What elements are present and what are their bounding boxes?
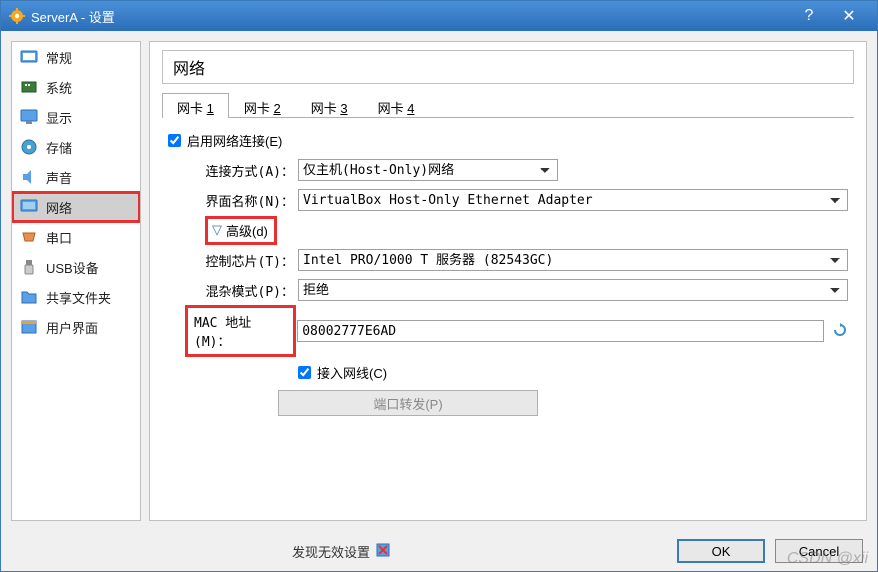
cable-row: 接入网线(C) (168, 360, 848, 384)
status-message: 发现无效设置 (15, 542, 667, 561)
audio-icon (20, 168, 38, 186)
window-title: ServerA - 设置 (31, 7, 789, 26)
cable-connected-checkbox[interactable] (298, 366, 311, 379)
app-gear-icon (9, 8, 25, 24)
sidebar-item-label: 共享文件夹 (46, 288, 111, 307)
promisc-label: 混杂模式(P)： (188, 281, 298, 300)
adapter-form: 启用网络连接(E) 连接方式(A)： 仅主机(Host-Only)网络 界面名称… (162, 118, 854, 422)
mac-label: MAC 地址(M)： (194, 312, 287, 350)
panel-title: 网络 (162, 50, 854, 84)
ui-icon (20, 318, 38, 336)
sidebar-item-ui[interactable]: 用户界面 (12, 312, 140, 342)
settings-window: ServerA - 设置 ? ✕ 常规 系统 显示 存储 声音 (0, 0, 878, 572)
port-forwarding-button[interactable]: 端口转发(P) (278, 390, 538, 416)
attach-row: 连接方式(A)： 仅主机(Host-Only)网络 (168, 158, 848, 182)
iface-row: 界面名称(N)： VirtualBox Host-Only Ethernet A… (168, 188, 848, 212)
advanced-label: 高级(d) (226, 221, 268, 240)
system-icon (20, 78, 38, 96)
advanced-toggle[interactable]: ▽ 高级(d) (208, 219, 274, 242)
sidebar-item-shared[interactable]: 共享文件夹 (12, 282, 140, 312)
help-button[interactable]: ? (789, 1, 829, 31)
titlebar: ServerA - 设置 ? ✕ (1, 1, 877, 31)
tab-adapter-4[interactable]: 网卡 4 (363, 93, 430, 118)
sidebar-item-label: 声音 (46, 168, 72, 187)
enable-network-label: 启用网络连接(E) (187, 131, 282, 150)
mac-address-input[interactable] (297, 320, 824, 342)
mac-row: MAC 地址(M)： (168, 308, 848, 354)
enable-network-checkbox[interactable] (168, 134, 181, 147)
sidebar-item-label: 存储 (46, 138, 72, 157)
cable-label: 接入网线(C) (317, 363, 387, 382)
storage-icon (20, 138, 38, 156)
sidebar-item-label: 系统 (46, 78, 72, 97)
sidebar-item-label: 显示 (46, 108, 72, 127)
content-panel: 网络 网卡 1 网卡 2 网卡 3 网卡 4 启用网络连接(E) 连接方式(A)… (149, 41, 867, 521)
footer: 发现无效设置 OK Cancel CSDN @xii (1, 531, 877, 571)
sidebar-item-label: 串口 (46, 228, 72, 247)
general-icon (20, 48, 38, 66)
iface-name-select[interactable]: VirtualBox Host-Only Ethernet Adapter (298, 189, 848, 211)
body: 常规 系统 显示 存储 声音 网络 (1, 31, 877, 531)
ok-button[interactable]: OK (677, 539, 765, 563)
advanced-row: ▽ 高级(d) (168, 218, 848, 242)
cancel-button[interactable]: Cancel (775, 539, 863, 563)
chip-label: 控制芯片(T)： (188, 251, 298, 270)
folder-icon (20, 288, 38, 306)
serial-icon (20, 228, 38, 246)
sidebar-item-general[interactable]: 常规 (12, 42, 140, 72)
sidebar: 常规 系统 显示 存储 声音 网络 (11, 41, 141, 521)
sidebar-item-display[interactable]: 显示 (12, 102, 140, 132)
sidebar-item-label: 用户界面 (46, 318, 98, 337)
sidebar-item-label: USB设备 (46, 258, 99, 277)
adapter-type-select[interactable]: Intel PRO/1000 T 服务器 (82543GC) (298, 249, 848, 271)
sidebar-item-network[interactable]: 网络 (12, 192, 140, 222)
sidebar-item-audio[interactable]: 声音 (12, 162, 140, 192)
iface-label: 界面名称(N)： (188, 191, 298, 210)
adapter-tabs: 网卡 1 网卡 2 网卡 3 网卡 4 (162, 92, 854, 118)
warning-icon (376, 543, 390, 560)
sidebar-item-label: 常规 (46, 48, 72, 67)
attach-mode-select[interactable]: 仅主机(Host-Only)网络 (298, 159, 558, 181)
sidebar-item-label: 网络 (46, 198, 72, 217)
sidebar-item-serial[interactable]: 串口 (12, 222, 140, 252)
tab-adapter-1[interactable]: 网卡 1 (162, 93, 229, 118)
refresh-mac-icon[interactable] (832, 322, 848, 341)
sidebar-item-usb[interactable]: USB设备 (12, 252, 140, 282)
usb-icon (20, 258, 38, 276)
tab-adapter-3[interactable]: 网卡 3 (296, 93, 363, 118)
tab-adapter-2[interactable]: 网卡 2 (229, 93, 296, 118)
display-icon (20, 108, 38, 126)
network-icon (20, 198, 38, 216)
mac-label-box: MAC 地址(M)： (188, 308, 293, 354)
triangle-down-icon: ▽ (212, 222, 222, 238)
sidebar-item-storage[interactable]: 存储 (12, 132, 140, 162)
attach-label: 连接方式(A)： (188, 161, 298, 180)
close-button[interactable]: ✕ (829, 1, 869, 31)
promisc-mode-select[interactable]: 拒绝 (298, 279, 848, 301)
chip-row: 控制芯片(T)： Intel PRO/1000 T 服务器 (82543GC) (168, 248, 848, 272)
enable-row: 启用网络连接(E) (168, 128, 848, 152)
promisc-row: 混杂模式(P)： 拒绝 (168, 278, 848, 302)
sidebar-item-system[interactable]: 系统 (12, 72, 140, 102)
